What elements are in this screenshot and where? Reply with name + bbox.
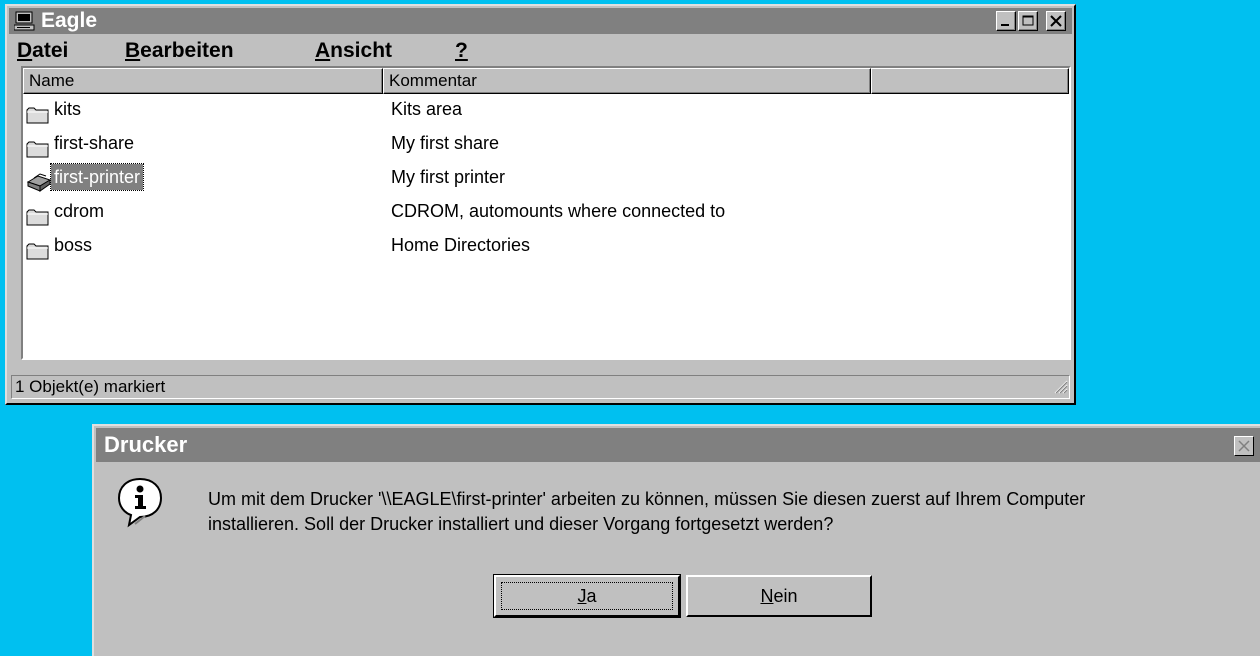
column-header-name[interactable]: Name [23, 68, 383, 94]
maximize-icon [1022, 15, 1034, 26]
maximize-button[interactable] [1018, 11, 1038, 31]
minimize-button[interactable] [996, 11, 1016, 31]
close-icon [1050, 15, 1062, 27]
dialog-titlebar[interactable]: Drucker [96, 428, 1260, 462]
list-item[interactable]: cdrom CDROM, automounts where connected … [23, 194, 1069, 228]
status-text: 1 Objekt(e) markiert [11, 375, 1070, 399]
item-comment: My first printer [391, 167, 506, 187]
item-comment: Kits area [391, 99, 463, 119]
item-comment: My first share [391, 133, 500, 153]
item-name: kits [54, 99, 81, 119]
file-list[interactable]: Name Kommentar kits Kits area first-shar… [21, 66, 1071, 360]
menu-datei[interactable]: Datei [17, 36, 68, 66]
item-name: cdrom [54, 201, 105, 221]
folder-icon [26, 237, 50, 271]
list-item[interactable]: first-share My first share [23, 126, 1069, 160]
printer-dialog: Drucker Um mit dem Drucker '\\EAGLE\firs… [92, 424, 1260, 656]
dialog-message: Um mit dem Drucker '\\EAGLE\first-printe… [208, 487, 1085, 537]
item-comment: CDROM, automounts where connected to [391, 201, 726, 221]
item-name: boss [54, 235, 93, 255]
dialog-title: Drucker [104, 432, 188, 457]
item-comment: Home Directories [391, 235, 531, 255]
window-title: Eagle [41, 9, 98, 32]
dialog-close-button[interactable] [1234, 436, 1254, 456]
list-item-selected[interactable]: first-printer My first printer [23, 160, 1069, 194]
computer-icon [13, 11, 36, 36]
menu-ansicht[interactable]: Ansicht [315, 36, 392, 66]
close-icon [1238, 440, 1250, 452]
status-bar: 1 Objekt(e) markiert [9, 371, 1072, 401]
close-button[interactable] [1046, 11, 1066, 31]
dialog-message-line: Um mit dem Drucker '\\EAGLE\first-printe… [208, 489, 1086, 509]
list-item[interactable]: kits Kits area [23, 92, 1069, 126]
resize-grip-icon[interactable] [1052, 378, 1068, 399]
menu-help[interactable]: ? [455, 36, 468, 66]
item-name: first-printer [49, 163, 145, 191]
menu-bearbeiten[interactable]: Bearbeiten [125, 36, 234, 66]
column-header-extra[interactable] [871, 68, 1069, 94]
dialog-message-line: installieren. Soll der Drucker installie… [208, 514, 834, 534]
item-name: first-share [54, 133, 135, 153]
list-item[interactable]: boss Home Directories [23, 228, 1069, 262]
explorer-window: Eagle Datei Bearbeiten Ansicht ? Name Ko… [5, 4, 1076, 405]
no-button[interactable]: Nein [686, 575, 872, 617]
info-icon [116, 476, 164, 533]
explorer-titlebar[interactable]: Eagle [9, 8, 1072, 34]
yes-button[interactable]: Ja [493, 574, 681, 618]
menubar: Datei Bearbeiten Ansicht ? [9, 36, 1072, 66]
minimize-icon [1001, 24, 1009, 26]
column-header-comment[interactable]: Kommentar [383, 68, 871, 94]
